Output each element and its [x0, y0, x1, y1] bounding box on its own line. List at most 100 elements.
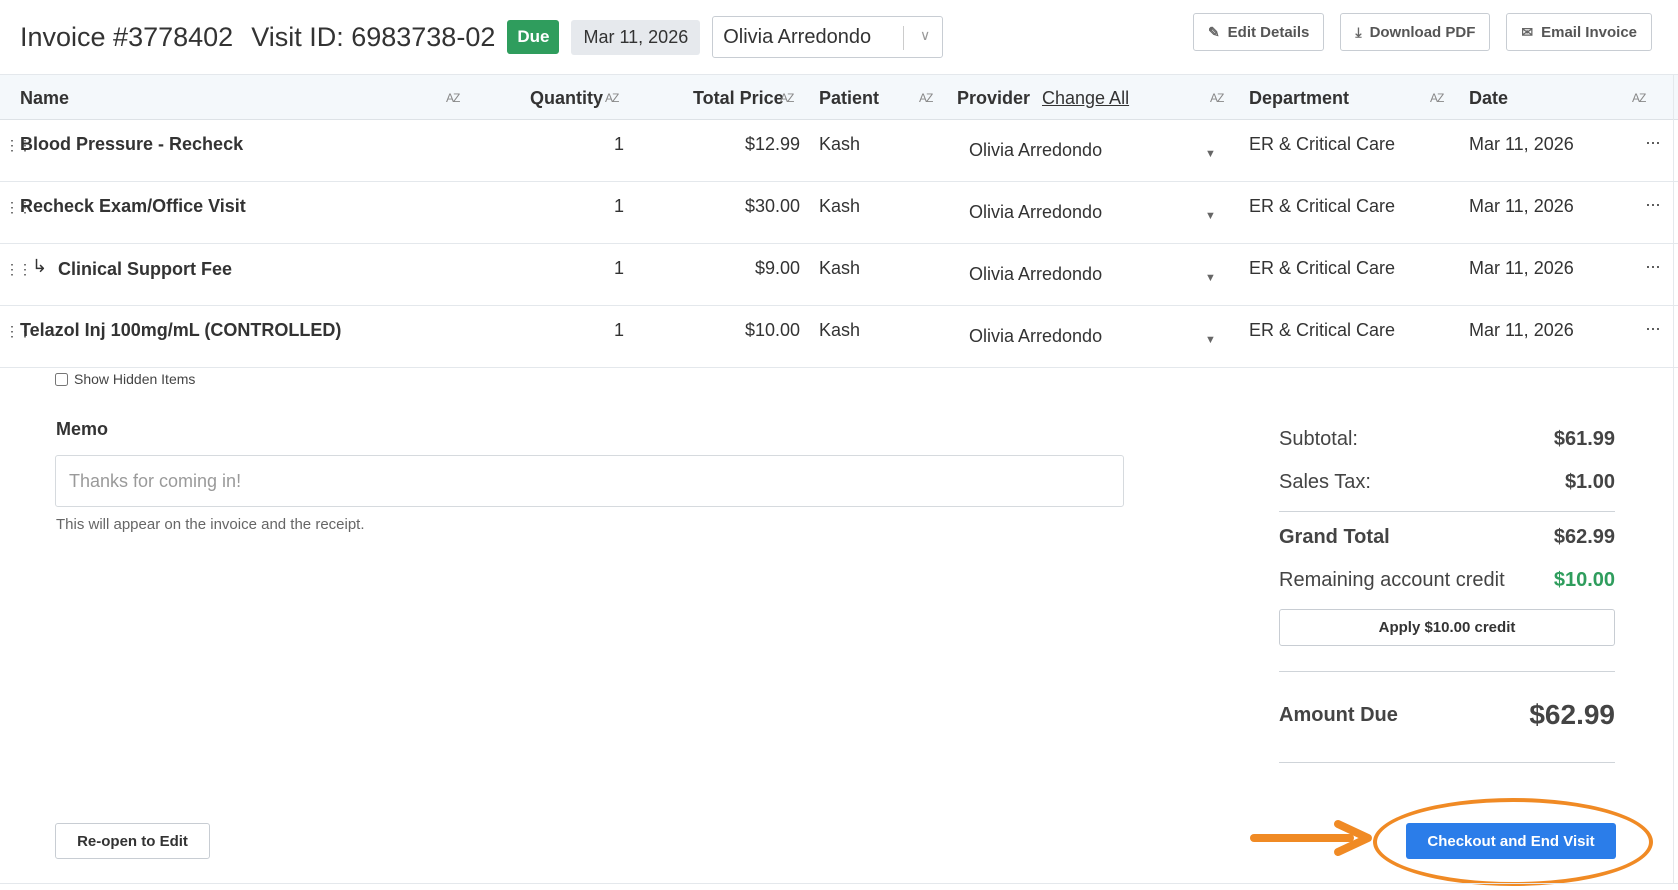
item-quantity: 1	[614, 320, 625, 340]
item-price: $12.99	[744, 134, 800, 154]
item-patient: Kash	[819, 258, 861, 278]
item-patient: Kash	[819, 320, 861, 340]
divider	[1673, 74, 1674, 884]
item-name: Blood Pressure - Recheck	[20, 134, 244, 154]
item-quantity: 1	[614, 258, 625, 278]
credit-value: $10.00	[1553, 569, 1615, 591]
column-department[interactable]: Department	[1249, 88, 1349, 109]
item-date: Mar 11, 2026	[1469, 134, 1574, 154]
provider-select[interactable]: Olivia Arredondo	[969, 140, 1102, 161]
column-provider[interactable]: Provider	[957, 88, 1030, 109]
item-patient: Kash	[819, 134, 861, 154]
sort-icon[interactable]: AZ	[780, 91, 794, 105]
download-icon: ⤓	[1355, 23, 1362, 40]
item-date: Mar 11, 2026	[1469, 258, 1574, 278]
column-quantity[interactable]: Quantity	[530, 88, 603, 109]
sub-item-arrow-icon: ↳	[32, 256, 48, 276]
provider-select[interactable]: Olivia Arredondo	[969, 264, 1102, 285]
sort-icon[interactable]: AZ	[1430, 91, 1444, 105]
drag-handle-icon[interactable]: ⋮⋮	[5, 262, 32, 276]
visit-id: Visit ID: 6983738-02	[251, 21, 496, 52]
column-total-price[interactable]: Total Price	[693, 88, 784, 109]
item-quantity: 1	[614, 196, 625, 216]
header-actions: ✎ Edit Details ⤓ Download PDF ✉ Email In…	[1192, 13, 1652, 51]
client-select[interactable]: Olivia Arredondo ∨	[712, 16, 944, 58]
apply-credit-button[interactable]: Apply $10.00 credit	[1279, 609, 1615, 646]
memo-label: Memo	[56, 419, 109, 439]
item-quantity: 1	[614, 134, 625, 154]
item-patient: Kash	[819, 196, 861, 216]
chevron-down-icon: ∨	[919, 27, 931, 43]
item-date: Mar 11, 2026	[1469, 196, 1574, 216]
item-department: ER & Critical Care	[1249, 134, 1396, 154]
show-hidden-label: Show Hidden Items	[74, 371, 196, 387]
client-select-value: Olivia Arredondo	[723, 25, 872, 48]
column-name[interactable]: Name	[20, 88, 69, 109]
column-date[interactable]: Date	[1469, 88, 1508, 109]
sort-icon[interactable]: AZ	[1632, 91, 1646, 105]
invoice-date: Mar 11, 2026	[571, 19, 701, 55]
show-hidden-items-toggle[interactable]: Show Hidden Items	[55, 371, 195, 387]
divider	[1279, 762, 1615, 763]
grand-total-label: Grand Total	[1279, 526, 1390, 548]
subtotal-value: $61.99	[1553, 428, 1615, 450]
sort-icon[interactable]: AZ	[446, 91, 460, 105]
sort-icon[interactable]: AZ	[605, 91, 619, 105]
download-pdf-label: Download PDF	[1369, 23, 1476, 41]
item-price: $9.00	[754, 258, 800, 278]
caret-down-icon[interactable]: ▼	[1205, 334, 1216, 346]
more-options-icon[interactable]: ···	[1645, 318, 1661, 339]
provider-select[interactable]: Olivia Arredondo	[969, 202, 1102, 223]
edit-details-label: Edit Details	[1227, 23, 1310, 41]
table-row[interactable]: ⋮⋮ Blood Pressure - Recheck 1 $12.99 Kas…	[0, 120, 1678, 182]
checkout-end-visit-button[interactable]: Checkout and End Visit	[1406, 823, 1616, 859]
envelope-icon: ✉	[1521, 23, 1534, 40]
tax-label: Sales Tax:	[1279, 471, 1371, 493]
reopen-to-edit-button[interactable]: Re-open to Edit	[55, 823, 210, 859]
caret-down-icon[interactable]: ▼	[1205, 272, 1216, 284]
email-invoice-button[interactable]: ✉ Email Invoice	[1506, 13, 1652, 51]
amount-due-value: $62.99	[1529, 699, 1615, 730]
item-department: ER & Critical Care	[1249, 196, 1396, 216]
table-row[interactable]: ⋮⋮ Telazol Inj 100mg/mL (CONTROLLED) 1 $…	[0, 306, 1678, 368]
sort-icon[interactable]: AZ	[919, 91, 933, 105]
column-patient[interactable]: Patient	[819, 88, 879, 109]
select-divider	[903, 26, 905, 50]
item-department: ER & Critical Care	[1249, 320, 1396, 340]
divider	[1279, 511, 1615, 512]
amount-due-label: Amount Due	[1279, 704, 1398, 726]
provider-select[interactable]: Olivia Arredondo	[969, 326, 1102, 347]
invoice-header: Invoice #3778402 Visit ID: 6983738-02 Du…	[0, 0, 1678, 74]
grand-total-value: $62.99	[1553, 526, 1615, 548]
download-pdf-button[interactable]: ⤓ Download PDF	[1340, 13, 1491, 51]
credit-label: Remaining account credit	[1279, 569, 1505, 591]
sort-icon[interactable]: AZ	[1210, 91, 1224, 105]
more-options-icon[interactable]: ···	[1645, 256, 1661, 277]
highlight-arrow-icon	[1250, 820, 1372, 856]
email-invoice-label: Email Invoice	[1541, 23, 1637, 41]
subtotal-label: Subtotal:	[1279, 428, 1358, 450]
tax-value: $1.00	[1564, 471, 1615, 493]
item-name: Clinical Support Fee	[58, 259, 233, 279]
item-name: Telazol Inj 100mg/mL (CONTROLLED)	[20, 320, 342, 340]
pencil-icon: ✎	[1207, 23, 1220, 40]
more-options-icon[interactable]: ···	[1645, 194, 1661, 215]
memo-help-text: This will appear on the invoice and the …	[56, 516, 365, 533]
change-all-link[interactable]: Change All	[1042, 88, 1129, 109]
memo-input[interactable]	[55, 455, 1124, 507]
item-date: Mar 11, 2026	[1469, 320, 1574, 340]
table-header: Name AZ Quantity AZ Total Price AZ Patie…	[0, 74, 1678, 120]
show-hidden-checkbox[interactable]	[55, 372, 68, 386]
more-options-icon[interactable]: ···	[1645, 132, 1661, 153]
divider	[0, 883, 1678, 884]
caret-down-icon[interactable]: ▼	[1205, 210, 1216, 222]
table-row[interactable]: ⋮⋮ Recheck Exam/Office Visit 1 $30.00 Ka…	[0, 182, 1678, 244]
divider	[1279, 671, 1615, 672]
item-price: $30.00	[744, 196, 800, 216]
invoice-title: Invoice #3778402	[20, 21, 234, 52]
item-department: ER & Critical Care	[1249, 258, 1396, 278]
table-row[interactable]: ⋮⋮ ↳ Clinical Support Fee 1 $9.00 Kash O…	[0, 244, 1678, 306]
edit-details-button[interactable]: ✎ Edit Details	[1192, 13, 1325, 51]
status-badge: Due	[507, 20, 560, 54]
caret-down-icon[interactable]: ▼	[1205, 148, 1216, 160]
